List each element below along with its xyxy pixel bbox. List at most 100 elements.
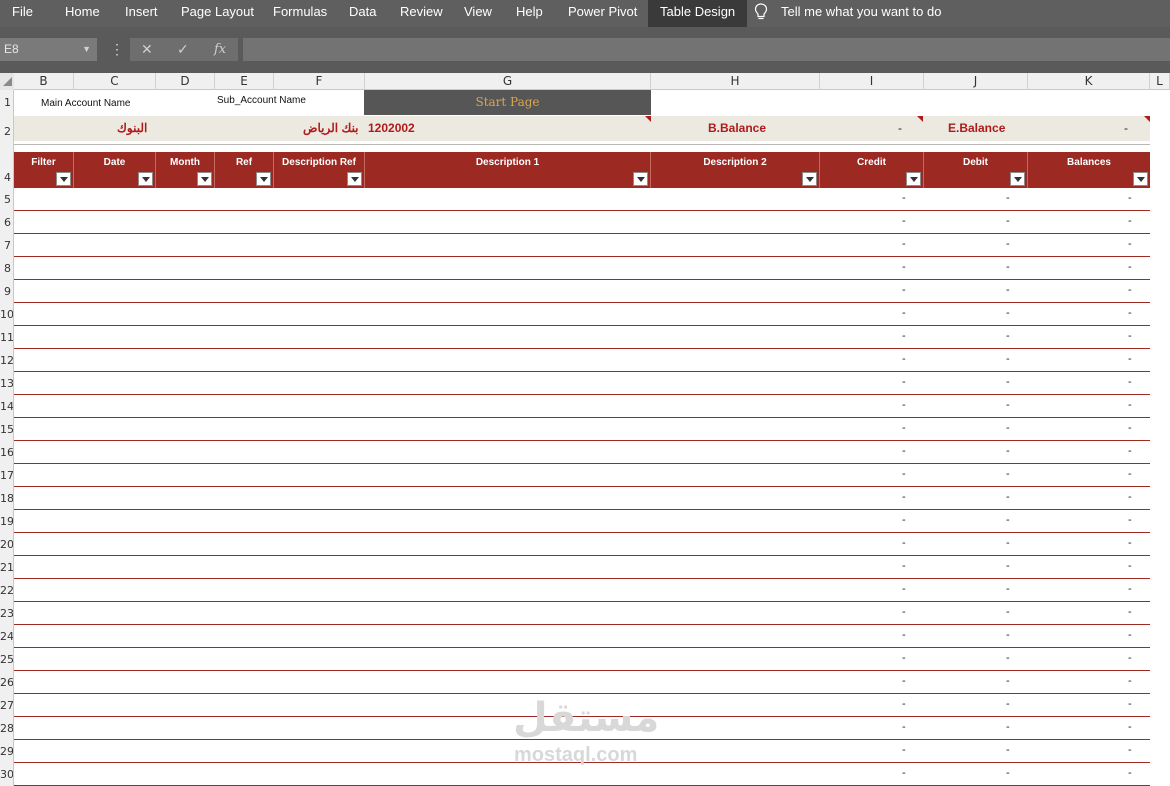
row-header[interactable]: 28 bbox=[0, 717, 14, 740]
table-row[interactable]: --- bbox=[14, 234, 1150, 257]
tab-help[interactable]: Help bbox=[516, 0, 543, 27]
balance-cell[interactable]: - bbox=[1128, 537, 1132, 549]
row-header[interactable]: 18 bbox=[0, 487, 14, 510]
credit-cell[interactable]: - bbox=[902, 307, 906, 319]
header-description-ref[interactable]: Description Ref bbox=[274, 152, 365, 188]
chevron-down-icon[interactable]: ▼ bbox=[82, 38, 91, 61]
row-header[interactable]: 24 bbox=[0, 625, 14, 648]
tab-insert[interactable]: Insert bbox=[125, 0, 158, 27]
insert-function-icon[interactable]: fx bbox=[214, 38, 226, 61]
credit-cell[interactable]: - bbox=[902, 675, 906, 687]
table-row[interactable]: --- bbox=[14, 464, 1150, 487]
balance-cell[interactable]: - bbox=[1128, 422, 1132, 434]
balance-cell[interactable]: - bbox=[1128, 744, 1132, 756]
name-box[interactable]: E8 ▼ bbox=[0, 38, 97, 61]
table-row[interactable]: --- bbox=[14, 602, 1150, 625]
debit-cell[interactable]: - bbox=[1006, 330, 1010, 342]
tab-page-layout[interactable]: Page Layout bbox=[181, 0, 254, 27]
main-account-value[interactable]: البنوك bbox=[117, 121, 147, 135]
balance-cell[interactable]: - bbox=[1128, 560, 1132, 572]
tab-file[interactable]: File bbox=[12, 0, 33, 27]
row-header[interactable]: 27 bbox=[0, 694, 14, 717]
row-header[interactable]: 23 bbox=[0, 602, 14, 625]
column-header-c[interactable]: C bbox=[74, 73, 156, 90]
credit-cell[interactable]: - bbox=[902, 192, 906, 204]
table-row[interactable]: --- bbox=[14, 326, 1150, 349]
debit-cell[interactable]: - bbox=[1006, 629, 1010, 641]
row-header[interactable]: 19 bbox=[0, 510, 14, 533]
row-header[interactable]: 22 bbox=[0, 579, 14, 602]
debit-cell[interactable]: - bbox=[1006, 721, 1010, 733]
credit-cell[interactable]: - bbox=[902, 652, 906, 664]
e-balance-value[interactable]: - bbox=[1124, 121, 1128, 135]
balance-cell[interactable]: - bbox=[1128, 583, 1132, 595]
row-header[interactable]: 8 bbox=[0, 257, 14, 280]
balance-cell[interactable]: - bbox=[1128, 307, 1132, 319]
debit-cell[interactable]: - bbox=[1006, 767, 1010, 779]
row-header[interactable]: 5 bbox=[0, 188, 14, 211]
credit-cell[interactable]: - bbox=[902, 399, 906, 411]
tab-table-design[interactable]: Table Design bbox=[648, 0, 748, 27]
debit-cell[interactable]: - bbox=[1006, 261, 1010, 273]
balance-cell[interactable]: - bbox=[1128, 376, 1132, 388]
more-options-icon[interactable]: ⋮ bbox=[110, 38, 124, 61]
row-header-2[interactable]: 2 bbox=[0, 116, 14, 141]
credit-cell[interactable]: - bbox=[902, 330, 906, 342]
credit-cell[interactable]: - bbox=[902, 744, 906, 756]
debit-cell[interactable]: - bbox=[1006, 514, 1010, 526]
column-header-j[interactable]: J bbox=[924, 73, 1028, 90]
table-row[interactable]: --- bbox=[14, 625, 1150, 648]
balance-cell[interactable]: - bbox=[1128, 767, 1132, 779]
credit-cell[interactable]: - bbox=[902, 629, 906, 641]
table-row[interactable]: --- bbox=[14, 556, 1150, 579]
header-debit[interactable]: Debit bbox=[924, 152, 1028, 188]
debit-cell[interactable]: - bbox=[1006, 560, 1010, 572]
row-header-4[interactable]: 4 bbox=[0, 152, 14, 188]
table-row[interactable]: --- bbox=[14, 372, 1150, 395]
credit-cell[interactable]: - bbox=[902, 445, 906, 457]
tab-home[interactable]: Home bbox=[65, 0, 100, 27]
credit-cell[interactable]: - bbox=[902, 767, 906, 779]
column-header-d[interactable]: D bbox=[156, 73, 215, 90]
table-row[interactable]: --- bbox=[14, 579, 1150, 602]
credit-cell[interactable]: - bbox=[902, 537, 906, 549]
credit-cell[interactable]: - bbox=[902, 284, 906, 296]
column-header-f[interactable]: F bbox=[274, 73, 365, 90]
table-row[interactable]: --- bbox=[14, 671, 1150, 694]
filter-dropdown-icon[interactable] bbox=[347, 172, 362, 186]
credit-cell[interactable]: - bbox=[902, 698, 906, 710]
row-header[interactable]: 14 bbox=[0, 395, 14, 418]
row-header[interactable]: 13 bbox=[0, 372, 14, 395]
credit-cell[interactable]: - bbox=[902, 376, 906, 388]
sub-account-value[interactable]: بنك الرياض bbox=[303, 121, 359, 135]
header-balances[interactable]: Balances bbox=[1028, 152, 1150, 188]
debit-cell[interactable]: - bbox=[1006, 284, 1010, 296]
debit-cell[interactable]: - bbox=[1006, 491, 1010, 503]
table-row[interactable]: --- bbox=[14, 510, 1150, 533]
balance-cell[interactable]: - bbox=[1128, 698, 1132, 710]
table-row[interactable]: --- bbox=[14, 188, 1150, 211]
credit-cell[interactable]: - bbox=[902, 422, 906, 434]
balance-cell[interactable]: - bbox=[1128, 721, 1132, 733]
debit-cell[interactable]: - bbox=[1006, 698, 1010, 710]
credit-cell[interactable]: - bbox=[902, 238, 906, 250]
credit-cell[interactable]: - bbox=[902, 583, 906, 595]
column-header-h[interactable]: H bbox=[651, 73, 820, 90]
table-row[interactable]: --- bbox=[14, 441, 1150, 464]
balance-cell[interactable]: - bbox=[1128, 652, 1132, 664]
table-row[interactable]: --- bbox=[14, 418, 1150, 441]
balance-cell[interactable]: - bbox=[1128, 606, 1132, 618]
debit-cell[interactable]: - bbox=[1006, 192, 1010, 204]
debit-cell[interactable]: - bbox=[1006, 445, 1010, 457]
credit-cell[interactable]: - bbox=[902, 261, 906, 273]
tab-formulas[interactable]: Formulas bbox=[273, 0, 327, 27]
header-credit[interactable]: Credit bbox=[820, 152, 924, 188]
balance-cell[interactable]: - bbox=[1128, 491, 1132, 503]
credit-cell[interactable]: - bbox=[902, 606, 906, 618]
table-row[interactable]: --- bbox=[14, 487, 1150, 510]
debit-cell[interactable]: - bbox=[1006, 652, 1010, 664]
table-row[interactable]: --- bbox=[14, 395, 1150, 418]
tab-view[interactable]: View bbox=[464, 0, 492, 27]
balance-cell[interactable]: - bbox=[1128, 215, 1132, 227]
row-header-1[interactable]: 1 bbox=[0, 90, 14, 116]
